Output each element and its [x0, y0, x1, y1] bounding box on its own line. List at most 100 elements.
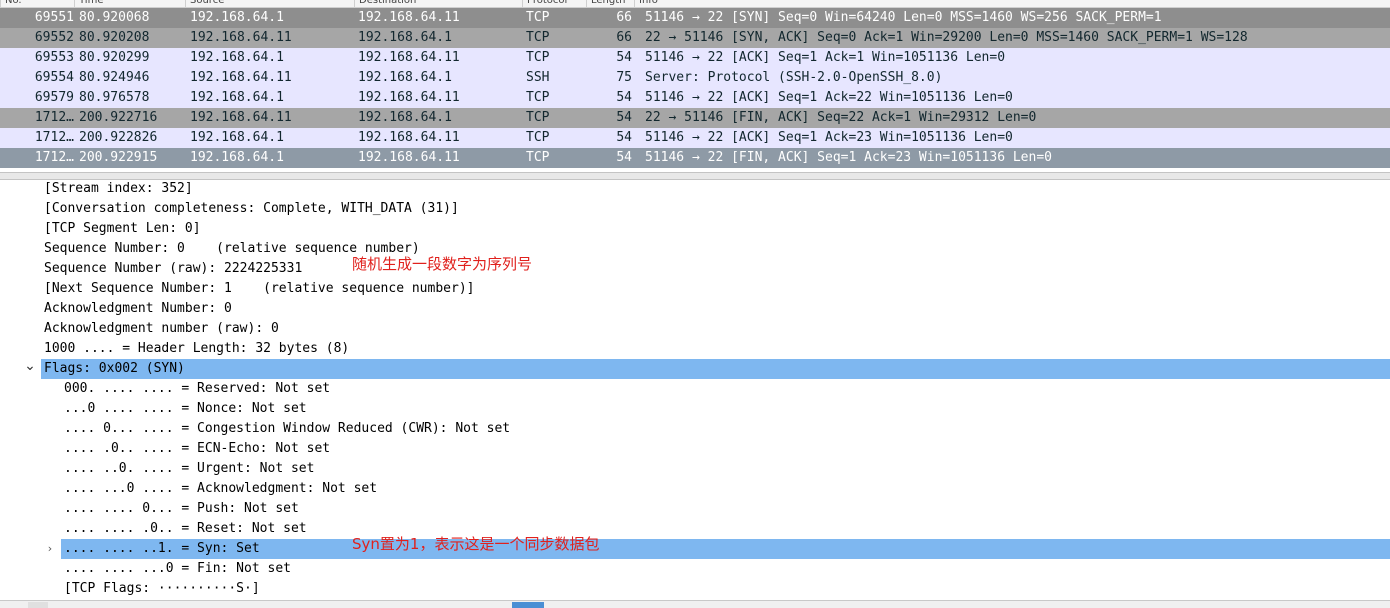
column-header-destination[interactable]: Destination	[354, 0, 522, 7]
packet-dst-cell: 192.168.64.1	[358, 70, 452, 85]
tree-item-label: .... .... .0.. = Reset: Not set	[64, 521, 307, 536]
packet-no-cell: 69579	[34, 90, 74, 105]
packet-info-cell: 22 → 51146 [SYN, ACK] Seq=0 Ack=1 Win=29…	[645, 30, 1248, 45]
packet-details-tree[interactable]: [Stream index: 352] [Conversation complet…	[0, 180, 1390, 600]
packet-src-cell: 192.168.64.1	[190, 10, 284, 25]
packet-no-cell: 69553	[34, 50, 74, 65]
tree-item-label: .... ...0 .... = Acknowledgment: Not set	[64, 481, 378, 496]
packet-info-cell: 51146 → 22 [FIN, ACK] Seq=1 Ack=23 Win=1…	[645, 150, 1052, 165]
packet-src-cell: 192.168.64.11	[190, 30, 292, 45]
packet-list-header: No. Time Source Destination Protocol Length In…	[0, 0, 1390, 8]
packet-len-cell: 54	[616, 110, 632, 125]
tree-item-label: .... .0.. .... = ECN-Echo: Not set	[64, 441, 331, 456]
column-header-time[interactable]: Time	[74, 0, 185, 7]
packet-dst-cell: 192.168.64.11	[358, 150, 460, 165]
column-header-protocol[interactable]: Protocol	[522, 0, 586, 7]
packet-time-cell: 80.920068	[79, 10, 150, 25]
column-header-source[interactable]: Source	[185, 0, 354, 7]
column-header-length[interactable]: Length	[586, 0, 634, 7]
packet-bytes-pane[interactable]	[0, 600, 1390, 608]
packet-no-cell: 69554	[34, 70, 74, 85]
tree-item[interactable]: [TCP Flags: ··········S·]	[0, 579, 1390, 599]
tree-item[interactable]: Sequence Number: 0 (relative sequence nu…	[0, 239, 1390, 259]
packet-info-cell: 51146 → 22 [ACK] Seq=1 Ack=23 Win=105113…	[645, 130, 1013, 145]
tree-item[interactable]: .... .... 0... = Push: Not set	[0, 499, 1390, 519]
tree-item[interactable]: ›.... .... ..1. = Syn: Set	[48, 539, 1390, 559]
packet-proto-cell: TCP	[526, 50, 550, 65]
packet-info-cell: 51146 → 22 [ACK] Seq=1 Ack=22 Win=105113…	[645, 90, 1013, 105]
packet-row[interactable]: 1712… 200.922826 192.168.64.1 192.168.64.11…	[0, 128, 1390, 148]
tree-item[interactable]: [TCP Segment Len: 0]	[0, 219, 1390, 239]
tree-item[interactable]: .... 0... .... = Congestion Window Reduc…	[0, 419, 1390, 439]
tree-item[interactable]: Acknowledgment Number: 0	[0, 299, 1390, 319]
column-header-info[interactable]: Info	[634, 0, 1390, 7]
tree-item[interactable]: .... ...0 .... = Acknowledgment: Not set	[0, 479, 1390, 499]
tree-item-label: 1000 .... = Header Length: 32 bytes (8)	[44, 341, 350, 356]
packet-row[interactable]: 69579 80.976578 192.168.64.1 192.168.64.11 T…	[0, 88, 1390, 108]
tree-item[interactable]: .... ..0. .... = Urgent: Not set	[0, 459, 1390, 479]
packet-dst-cell: 192.168.64.1	[358, 110, 452, 125]
packet-src-cell: 192.168.64.11	[190, 110, 292, 125]
packet-row[interactable]: 69554 80.924946 192.168.64.11 192.168.64.1 S…	[0, 68, 1390, 88]
pane-splitter[interactable]	[0, 172, 1390, 180]
packet-no-cell: 69551	[34, 10, 74, 25]
tree-item-label: Flags: 0x002 (SYN)	[44, 361, 185, 376]
tree-item[interactable]: ⌄ Flags: 0x002 (SYN)	[24, 359, 1390, 379]
packet-info-cell: Server: Protocol (SSH-2.0-OpenSSH_8.0)	[645, 70, 943, 85]
packet-list[interactable]: No. Time Source Destination Protocol Length In…	[0, 0, 1390, 172]
tree-item-label: .... 0... .... = Congestion Window Reduc…	[64, 421, 511, 436]
tree-item-label: Acknowledgment number (raw): 0	[44, 321, 279, 336]
tree-item[interactable]: [Next Sequence Number: 1 (relative seque…	[0, 279, 1390, 299]
tree-item-label: Acknowledgment Number: 0	[44, 301, 232, 316]
packet-dst-cell: 192.168.64.11	[358, 10, 460, 25]
tree-item[interactable]: Acknowledgment number (raw): 0	[0, 319, 1390, 339]
tree-item[interactable]: [Stream index: 352]	[0, 180, 1390, 199]
packet-src-cell: 192.168.64.1	[190, 90, 284, 105]
packet-proto-cell: TCP	[526, 150, 550, 165]
packet-src-cell: 192.168.64.1	[190, 50, 284, 65]
packet-len-cell: 66	[616, 30, 632, 45]
packet-row[interactable]: 1712… 200.922716 192.168.64.11 192.168.64.1…	[0, 108, 1390, 128]
packet-row[interactable]: 69551 80.920068 192.168.64.1 192.168.64.11 T…	[0, 8, 1390, 28]
packet-row[interactable]: 1712… 200.922915 192.168.64.1 192.168.64.11…	[0, 148, 1390, 168]
tree-item[interactable]: ...0 .... .... = Nonce: Not set	[0, 399, 1390, 419]
tree-item[interactable]: 000. .... .... = Reserved: Not set	[0, 379, 1390, 399]
tree-item-label: [TCP Flags: ··········S·]	[64, 581, 260, 596]
packet-time-cell: 80.920299	[79, 50, 150, 65]
chevron-right-icon[interactable]: ›	[44, 539, 56, 559]
tree-item[interactable]: [Conversation completeness: Complete, WI…	[0, 199, 1390, 219]
tree-item-label: ...0 .... .... = Nonce: Not set	[64, 401, 307, 416]
bytes-tab-indicator-active[interactable]	[512, 602, 544, 608]
packet-dst-cell: 192.168.64.1	[358, 30, 452, 45]
chevron-down-icon[interactable]: ⌄	[24, 359, 36, 379]
tree-item-label: .... .... 0... = Push: Not set	[64, 501, 299, 516]
packet-row[interactable]: 69553 80.920299 192.168.64.1 192.168.64.11 T…	[0, 48, 1390, 68]
annotation-note: 随机生成一段数字为序列号	[352, 255, 533, 273]
packet-no-cell: 1712…	[34, 150, 74, 165]
tree-item-label: .... .... ..1. = Syn: Set	[64, 541, 260, 556]
packet-len-cell: 54	[616, 130, 632, 145]
packet-len-cell: 66	[616, 10, 632, 25]
tree-item-label: .... .... ...0 = Fin: Not set	[64, 561, 291, 576]
tree-item[interactable]: .... .0.. .... = ECN-Echo: Not set	[0, 439, 1390, 459]
packet-time-cell: 200.922915	[79, 150, 158, 165]
tree-item[interactable]: .... .... .0.. = Reset: Not set	[0, 519, 1390, 539]
packet-len-cell: 75	[616, 70, 632, 85]
packet-proto-cell: TCP	[526, 30, 550, 45]
packet-dst-cell: 192.168.64.11	[358, 90, 460, 105]
bytes-tab-indicator[interactable]	[28, 602, 48, 608]
tree-item-label: [Stream index: 352]	[44, 181, 193, 196]
packet-len-cell: 54	[616, 90, 632, 105]
tree-item-label: [Next Sequence Number: 1 (relative seque…	[44, 281, 475, 296]
packet-row[interactable]: 69552 80.920208 192.168.64.11 192.168.64.1 T…	[0, 28, 1390, 48]
tree-item[interactable]: Sequence Number (raw): 2224225331	[0, 259, 1390, 279]
column-header-no[interactable]: No.	[0, 0, 74, 7]
packet-time-cell: 80.976578	[79, 90, 150, 105]
packet-src-cell: 192.168.64.11	[190, 70, 292, 85]
tree-item[interactable]: 1000 .... = Header Length: 32 bytes (8)	[0, 339, 1390, 359]
packet-dst-cell: 192.168.64.11	[358, 50, 460, 65]
packet-dst-cell: 192.168.64.11	[358, 130, 460, 145]
tree-item-label: [Conversation completeness: Complete, WI…	[44, 201, 459, 216]
packet-src-cell: 192.168.64.1	[190, 150, 284, 165]
tree-item[interactable]: .... .... ...0 = Fin: Not set	[0, 559, 1390, 579]
